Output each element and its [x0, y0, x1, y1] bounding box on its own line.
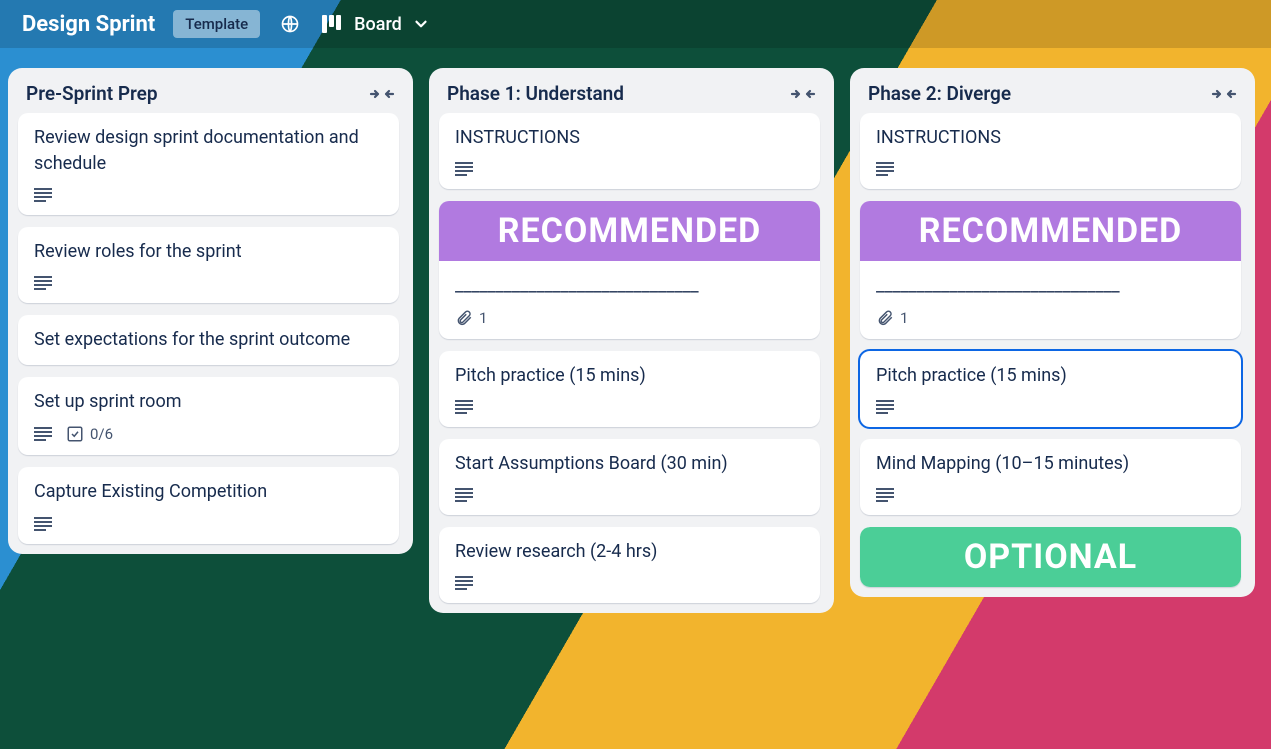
card-cover-text: RECOMMENDED [498, 211, 762, 251]
description-icon [34, 275, 52, 291]
template-badge[interactable]: Template [173, 10, 260, 38]
card-title: ______________________________ [455, 273, 804, 299]
card[interactable]: Pitch practice (15 mins) [439, 351, 820, 427]
description-icon [34, 516, 52, 532]
card[interactable]: Capture Existing Competition [18, 467, 399, 543]
card-badges: 1 [455, 309, 804, 327]
card[interactable]: Review research (2-4 hrs) [439, 527, 820, 603]
view-switcher[interactable]: Board [320, 12, 430, 36]
card-badges [455, 575, 804, 591]
card-cover-text: RECOMMENDED [919, 211, 1183, 251]
description-icon [876, 161, 894, 177]
view-label: Board [354, 14, 402, 35]
description-icon [455, 399, 473, 415]
card[interactable]: Start Assumptions Board (30 min) [439, 439, 820, 515]
card-title: ______________________________ [876, 273, 1225, 299]
list-cards[interactable]: INSTRUCTIONS RECOMMENDED _________________… [850, 113, 1251, 597]
card-badges: 1 [876, 309, 1225, 327]
list-title[interactable]: Phase 2: Diverge [868, 82, 1011, 105]
card-badges [876, 161, 1225, 177]
board-view-icon [320, 12, 344, 36]
list-title[interactable]: Phase 1: Understand [447, 82, 624, 105]
description-icon [455, 487, 473, 503]
collapse-list-icon[interactable] [369, 86, 395, 102]
chevron-down-icon [412, 15, 430, 33]
card-title: Mind Mapping (10–15 minutes) [876, 451, 1225, 477]
board-title[interactable]: Design Sprint [22, 12, 155, 37]
card[interactable]: Review design sprint documentation and s… [18, 113, 399, 215]
card-badges [876, 399, 1225, 415]
card-title: Pitch practice (15 mins) [876, 363, 1225, 389]
list: Phase 2: Diverge INSTRUCTIONS RECOMMENDED _… [850, 68, 1255, 597]
checklist-badge: 0/6 [66, 425, 113, 443]
collapse-list-icon[interactable] [1211, 86, 1237, 102]
card-badges [34, 187, 383, 203]
list-header[interactable]: Pre-Sprint Prep [8, 68, 413, 113]
list-cards[interactable]: Review design sprint documentation and s… [8, 113, 409, 554]
description-icon [34, 187, 52, 203]
card-badges [455, 399, 804, 415]
card[interactable]: RECOMMENDED _____________________________… [860, 201, 1241, 339]
attachment-badge: 1 [455, 309, 487, 327]
list-cards[interactable]: INSTRUCTIONS RECOMMENDED _________________… [429, 113, 830, 613]
collapse-list-icon[interactable] [790, 86, 816, 102]
card-badges [876, 487, 1225, 503]
card-title: Start Assumptions Board (30 min) [455, 451, 804, 477]
card[interactable]: Review roles for the sprint [18, 227, 399, 303]
card-cover: RECOMMENDED [860, 201, 1241, 261]
card-title: INSTRUCTIONS [876, 125, 1225, 151]
description-icon [455, 575, 473, 591]
attachment-badge: 1 [876, 309, 908, 327]
list: Phase 1: Understand INSTRUCTIONS RECOMMEND… [429, 68, 834, 613]
board-canvas[interactable]: Pre-Sprint Prep Review design sprint docu… [0, 48, 1271, 741]
card-badges: 0/6 [34, 425, 383, 443]
card-badges [34, 516, 383, 532]
card-title: Review design sprint documentation and s… [34, 125, 383, 177]
card-cover: RECOMMENDED [439, 201, 820, 261]
list-title[interactable]: Pre-Sprint Prep [26, 82, 158, 105]
card-title: Capture Existing Competition [34, 479, 383, 505]
card[interactable]: INSTRUCTIONS [860, 113, 1241, 189]
list-header[interactable]: Phase 1: Understand [429, 68, 834, 113]
board-header: Design Sprint Template Board [0, 0, 1271, 48]
card[interactable]: OPTIONAL [860, 527, 1241, 587]
list: Pre-Sprint Prep Review design sprint docu… [8, 68, 413, 554]
card-title: Set expectations for the sprint outcome [34, 327, 383, 353]
list-header[interactable]: Phase 2: Diverge [850, 68, 1255, 113]
description-icon [34, 426, 52, 442]
card[interactable]: Pitch practice (15 mins) [860, 351, 1241, 427]
card-badges [34, 275, 383, 291]
card-title: Review research (2-4 hrs) [455, 539, 804, 565]
description-icon [876, 399, 894, 415]
card-title: INSTRUCTIONS [455, 125, 804, 151]
card-badges [455, 487, 804, 503]
card-title: Review roles for the sprint [34, 239, 383, 265]
card-cover: OPTIONAL [860, 527, 1241, 587]
card[interactable]: Set up sprint room 0/6 [18, 377, 399, 455]
card-title: Set up sprint room [34, 389, 383, 415]
card-title: Pitch practice (15 mins) [455, 363, 804, 389]
card[interactable]: INSTRUCTIONS [439, 113, 820, 189]
card[interactable]: Set expectations for the sprint outcome [18, 315, 399, 365]
description-icon [876, 487, 894, 503]
card-cover-text: OPTIONAL [964, 537, 1137, 577]
globe-icon[interactable] [278, 12, 302, 36]
card[interactable]: RECOMMENDED _____________________________… [439, 201, 820, 339]
card[interactable]: Mind Mapping (10–15 minutes) [860, 439, 1241, 515]
description-icon [455, 161, 473, 177]
card-badges [455, 161, 804, 177]
